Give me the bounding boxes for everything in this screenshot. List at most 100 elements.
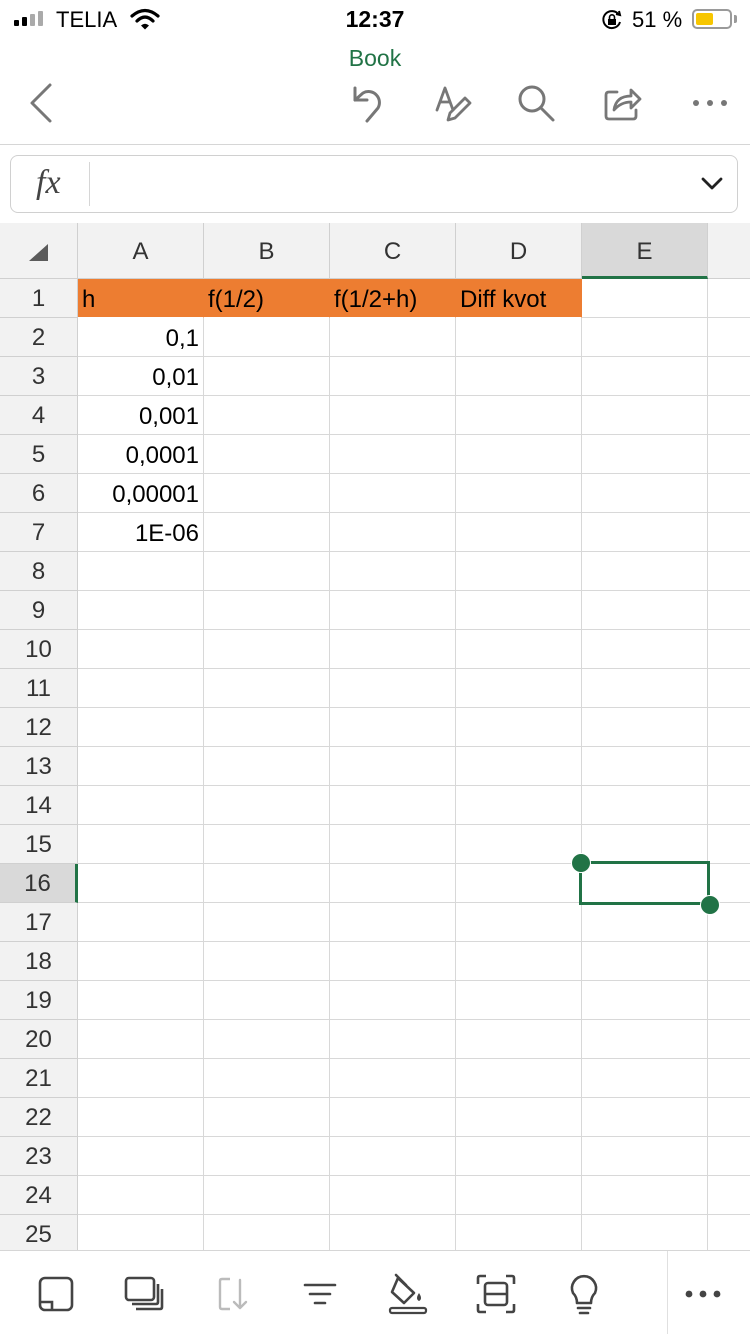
- cell-a9[interactable]: [78, 591, 204, 630]
- back-icon[interactable]: [16, 78, 66, 128]
- cell-d20[interactable]: [456, 1020, 582, 1059]
- cell-b23[interactable]: [204, 1137, 330, 1176]
- cell-d6[interactable]: [456, 474, 582, 513]
- cell-e13[interactable]: [582, 747, 708, 786]
- cell-a13[interactable]: [78, 747, 204, 786]
- cell-d25[interactable]: [456, 1215, 582, 1250]
- cell-partial[interactable]: [708, 279, 750, 318]
- row-header-14[interactable]: 14: [0, 786, 78, 825]
- cell-e5[interactable]: [582, 435, 708, 474]
- cell-e7[interactable]: [582, 513, 708, 552]
- card-view-icon[interactable]: [471, 1269, 521, 1319]
- cell-e10[interactable]: [582, 630, 708, 669]
- cell-partial[interactable]: [708, 513, 750, 552]
- row-header-6[interactable]: 6: [0, 474, 78, 513]
- formula-bar[interactable]: fx: [10, 155, 738, 213]
- cell-a25[interactable]: [78, 1215, 204, 1250]
- cell-d3[interactable]: [456, 357, 582, 396]
- cell-c18[interactable]: [330, 942, 456, 981]
- cell-partial[interactable]: [708, 1098, 750, 1137]
- cell-a17[interactable]: [78, 903, 204, 942]
- sheets-icon[interactable]: [119, 1269, 169, 1319]
- cell-b16[interactable]: [204, 864, 330, 903]
- cell-e16[interactable]: [582, 864, 708, 903]
- cell-b1[interactable]: f(1/2): [204, 279, 330, 318]
- cell-a16[interactable]: [78, 864, 204, 903]
- cell-d2[interactable]: [456, 318, 582, 357]
- cell-partial[interactable]: [708, 1059, 750, 1098]
- more-icon[interactable]: [678, 1269, 728, 1319]
- cell-partial[interactable]: [708, 786, 750, 825]
- cell-d9[interactable]: [456, 591, 582, 630]
- cell-c22[interactable]: [330, 1098, 456, 1137]
- cell-e17[interactable]: [582, 903, 708, 942]
- cell-c8[interactable]: [330, 552, 456, 591]
- cell-c13[interactable]: [330, 747, 456, 786]
- cell-partial[interactable]: [708, 591, 750, 630]
- cell-c3[interactable]: [330, 357, 456, 396]
- cell-partial[interactable]: [708, 318, 750, 357]
- row-header-21[interactable]: 21: [0, 1059, 78, 1098]
- row-header-11[interactable]: 11: [0, 669, 78, 708]
- cell-partial[interactable]: [708, 1215, 750, 1250]
- cell-e4[interactable]: [582, 396, 708, 435]
- cell-a23[interactable]: [78, 1137, 204, 1176]
- cell-c19[interactable]: [330, 981, 456, 1020]
- cell-b14[interactable]: [204, 786, 330, 825]
- cell-b5[interactable]: [204, 435, 330, 474]
- row-header-24[interactable]: 24: [0, 1176, 78, 1215]
- cell-b7[interactable]: [204, 513, 330, 552]
- cell-partial[interactable]: [708, 669, 750, 708]
- cell-b21[interactable]: [204, 1059, 330, 1098]
- cell-b3[interactable]: [204, 357, 330, 396]
- cell-b22[interactable]: [204, 1098, 330, 1137]
- column-header-c[interactable]: C: [330, 223, 456, 279]
- sheet-view-icon[interactable]: [31, 1269, 81, 1319]
- filter-icon[interactable]: [295, 1269, 345, 1319]
- cell-c24[interactable]: [330, 1176, 456, 1215]
- column-header-b[interactable]: B: [204, 223, 330, 279]
- cell-d8[interactable]: [456, 552, 582, 591]
- cell-partial[interactable]: [708, 630, 750, 669]
- cell-a14[interactable]: [78, 786, 204, 825]
- cell-c25[interactable]: [330, 1215, 456, 1250]
- cell-c6[interactable]: [330, 474, 456, 513]
- formula-input[interactable]: [101, 166, 665, 204]
- cell-c4[interactable]: [330, 396, 456, 435]
- row-header-2[interactable]: 2: [0, 318, 78, 357]
- cell-a4[interactable]: 0,001: [78, 396, 204, 435]
- cell-b17[interactable]: [204, 903, 330, 942]
- cell-c7[interactable]: [330, 513, 456, 552]
- cell-c10[interactable]: [330, 630, 456, 669]
- cell-c12[interactable]: [330, 708, 456, 747]
- row-header-22[interactable]: 22: [0, 1098, 78, 1137]
- cell-b20[interactable]: [204, 1020, 330, 1059]
- cell-partial[interactable]: [708, 1176, 750, 1215]
- cell-a6[interactable]: 0,00001: [78, 474, 204, 513]
- cell-partial[interactable]: [708, 1020, 750, 1059]
- search-icon[interactable]: [511, 78, 561, 128]
- cell-c11[interactable]: [330, 669, 456, 708]
- cell-d13[interactable]: [456, 747, 582, 786]
- cell-d11[interactable]: [456, 669, 582, 708]
- row-header-3[interactable]: 3: [0, 357, 78, 396]
- cell-e19[interactable]: [582, 981, 708, 1020]
- cell-c2[interactable]: [330, 318, 456, 357]
- cell-a12[interactable]: [78, 708, 204, 747]
- cell-e11[interactable]: [582, 669, 708, 708]
- cell-a3[interactable]: 0,01: [78, 357, 204, 396]
- column-header-e[interactable]: E: [582, 223, 708, 279]
- more-icon[interactable]: [685, 78, 735, 128]
- cell-e3[interactable]: [582, 357, 708, 396]
- cell-b10[interactable]: [204, 630, 330, 669]
- cell-c15[interactable]: [330, 825, 456, 864]
- row-header-25[interactable]: 25: [0, 1215, 78, 1250]
- row-header-9[interactable]: 9: [0, 591, 78, 630]
- cell-e14[interactable]: [582, 786, 708, 825]
- cell-a2[interactable]: 0,1: [78, 318, 204, 357]
- cell-partial[interactable]: [708, 747, 750, 786]
- selection-handle-end[interactable]: [700, 895, 720, 915]
- cell-b2[interactable]: [204, 318, 330, 357]
- cell-a10[interactable]: [78, 630, 204, 669]
- row-header-4[interactable]: 4: [0, 396, 78, 435]
